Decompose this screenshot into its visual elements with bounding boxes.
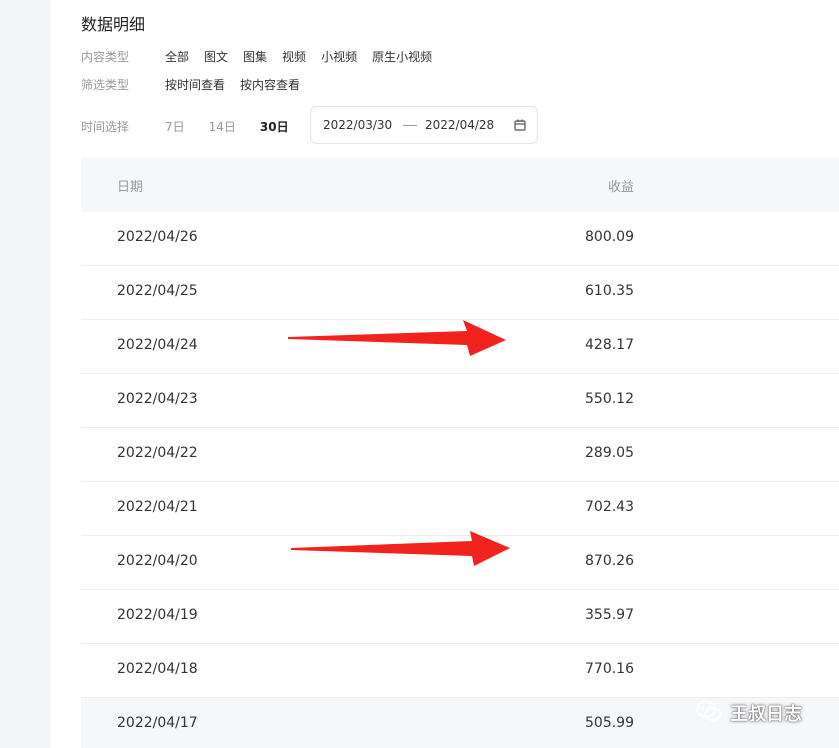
data-table: 日期 收益 2022/04/26 800.09 2022/04/25 610.3… xyxy=(81,158,839,748)
row-income: 550.12 xyxy=(585,391,634,407)
view-by-time-option[interactable]: 按时间查看 xyxy=(165,76,225,93)
row-income: 870.26 xyxy=(585,553,634,569)
table-row: 2022/04/21 702.43 xyxy=(81,482,839,536)
content-type-filter: 内容类型 全部 图文 图集 视频 小视频 原生小视频 xyxy=(81,46,447,66)
wechat-icon xyxy=(696,700,722,727)
time-option-30d[interactable]: 30日 xyxy=(260,118,289,135)
table-row: 2022/04/22 289.05 xyxy=(81,428,839,482)
content-type-label: 内容类型 xyxy=(81,49,130,64)
screen-type-label: 筛选类型 xyxy=(81,77,130,92)
watermark-text: 王叔日志 xyxy=(730,704,802,725)
row-income: 702.43 xyxy=(585,499,634,515)
row-income: 505.99 xyxy=(585,715,634,731)
screen-type-filter: 筛选类型 按时间查看 按内容查看 xyxy=(81,74,315,94)
column-header-date: 日期 xyxy=(117,180,144,195)
time-option-7d[interactable]: 7日 xyxy=(165,118,185,135)
row-date: 2022/04/24 xyxy=(117,337,198,353)
table-header: 日期 收益 xyxy=(81,158,839,212)
row-income: 770.16 xyxy=(585,661,634,677)
row-date: 2022/04/26 xyxy=(117,229,198,245)
table-row: 2022/04/25 610.35 xyxy=(81,266,839,320)
watermark: 王叔日志 xyxy=(696,698,802,728)
table-row: 2022/04/23 550.12 xyxy=(81,374,839,428)
content-type-article[interactable]: 图文 xyxy=(204,48,228,65)
row-date: 2022/04/25 xyxy=(117,283,198,299)
row-date: 2022/04/23 xyxy=(117,391,198,407)
date-range-end[interactable]: 2022/04/28 xyxy=(425,118,494,132)
row-income: 428.17 xyxy=(585,337,634,353)
table-row: 2022/04/26 800.09 xyxy=(81,212,839,266)
content-type-all[interactable]: 全部 xyxy=(165,48,189,65)
row-income: 800.09 xyxy=(585,229,634,245)
time-option-14d[interactable]: 14日 xyxy=(209,118,236,135)
content-type-short-video[interactable]: 小视频 xyxy=(321,48,357,65)
date-range-start[interactable]: 2022/03/30 xyxy=(323,118,392,132)
row-income: 289.05 xyxy=(585,445,634,461)
row-date: 2022/04/17 xyxy=(117,715,198,731)
view-by-content-option[interactable]: 按内容查看 xyxy=(240,76,300,93)
time-filter: 时间选择 7日 14日 30日 xyxy=(81,116,313,136)
table-row: 2022/04/24 428.17 xyxy=(81,320,839,374)
row-date: 2022/04/20 xyxy=(117,553,198,569)
row-date: 2022/04/19 xyxy=(117,607,198,623)
table-row: 2022/04/18 770.16 xyxy=(81,644,839,698)
left-sidebar-strip xyxy=(0,0,50,748)
content-type-original-short-video[interactable]: 原生小视频 xyxy=(372,48,432,65)
row-date: 2022/04/21 xyxy=(117,499,198,515)
date-range-picker[interactable]: 2022/03/30 2022/04/28 xyxy=(310,106,538,144)
section-title: 数据明细 xyxy=(81,15,146,34)
page: 数据明细 内容类型 全部 图文 图集 视频 小视频 原生小视频 筛选类型 按时间… xyxy=(0,0,839,748)
column-header-income: 收益 xyxy=(607,180,634,195)
table-row: 2022/04/20 870.26 xyxy=(81,536,839,590)
row-date: 2022/04/22 xyxy=(117,445,198,461)
table-row: 2022/04/19 355.97 xyxy=(81,590,839,644)
row-date: 2022/04/18 xyxy=(117,661,198,677)
date-range-separator xyxy=(403,125,417,126)
content-type-video[interactable]: 视频 xyxy=(282,48,306,65)
row-income: 355.97 xyxy=(585,607,634,623)
content-type-gallery[interactable]: 图集 xyxy=(243,48,267,65)
calendar-icon[interactable] xyxy=(514,119,526,134)
row-income: 610.35 xyxy=(585,283,634,299)
time-filter-label: 时间选择 xyxy=(81,119,130,134)
